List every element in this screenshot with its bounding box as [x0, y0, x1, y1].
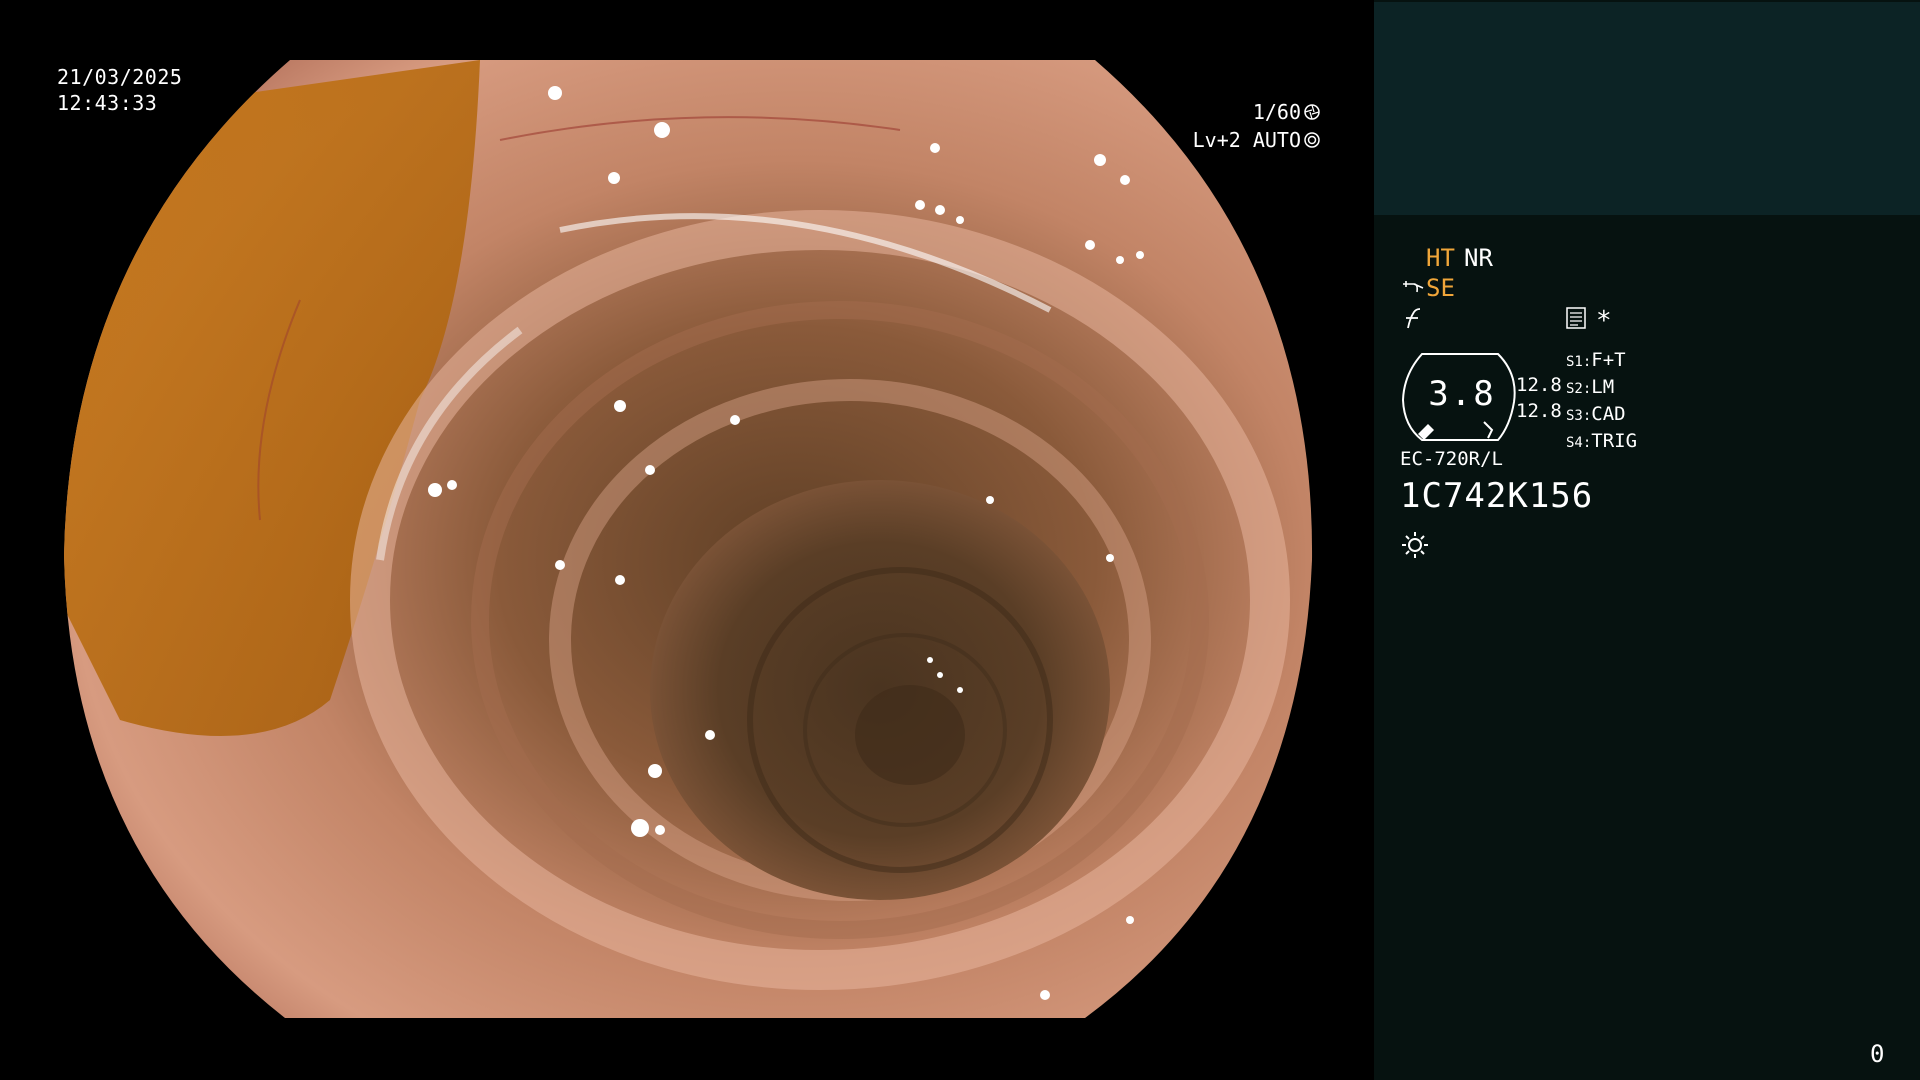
aperture-icon	[1304, 104, 1320, 120]
time-text: 12:43:33	[57, 91, 158, 115]
date-time-readout: 21/03/2025 12:43:33	[57, 64, 182, 116]
shutter-row: 1/60	[1140, 98, 1320, 126]
switch-item: S4:TRIG	[1566, 430, 1638, 452]
value-readout: 12.8 12.8	[1516, 372, 1562, 424]
scope-serial: 1C742K156	[1400, 476, 1594, 516]
value-1: 12.8	[1516, 374, 1562, 396]
structure-enhance-icon	[1403, 281, 1424, 293]
shutter-text: 1/60	[1252, 100, 1301, 124]
switch-list: S1:F+T S2:LM S3:CAD S4:TRIG	[1566, 348, 1637, 456]
switch-item: S2:LM	[1566, 376, 1615, 398]
recording-icon	[1566, 307, 1586, 329]
iris-icon	[1304, 132, 1320, 148]
page-number: 0	[1870, 1040, 1885, 1068]
ht-indicator: HT	[1426, 244, 1455, 272]
endoscopic-image	[64, 60, 1313, 1018]
level-row: Lv+2 AUTO	[1140, 126, 1320, 154]
date-text: 21/03/2025	[57, 65, 183, 89]
exposure-readout: 1/60 Lv+2 AUTO	[1140, 98, 1320, 154]
value-2: 12.8	[1516, 400, 1562, 422]
freeze-icon	[1406, 308, 1421, 329]
scope-model: EC-720R/L	[1400, 448, 1503, 470]
panel-header-area	[1374, 2, 1920, 215]
info-panel: HT NR SE * 3.8 12.8 12.8 S1:F+T S2:LM S3…	[1374, 0, 1920, 1080]
star-indicator: *	[1596, 306, 1612, 336]
endoscope-view: 21/03/2025 12:43:33 1/60 Lv+2 AUTO	[0, 0, 1374, 1080]
se-indicator: SE	[1426, 274, 1455, 302]
nr-indicator: NR	[1464, 244, 1493, 272]
switch-item: S3:CAD	[1566, 403, 1626, 425]
light-icon	[1402, 532, 1428, 558]
switch-item: S1:F+T	[1566, 349, 1626, 371]
level-text: Lv+2 AUTO	[1192, 128, 1301, 152]
gauge-value: 3.8	[1428, 374, 1496, 414]
